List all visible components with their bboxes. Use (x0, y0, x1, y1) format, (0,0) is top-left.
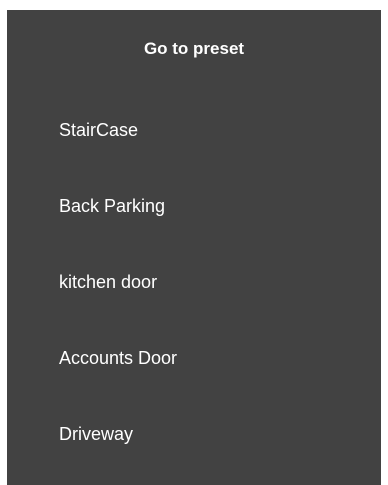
go-to-preset-dialog: Go to preset StairCase Back Parking kitc… (7, 10, 381, 485)
preset-item-staircase[interactable]: StairCase (7, 102, 381, 178)
preset-item-accounts-door[interactable]: Accounts Door (7, 330, 381, 406)
preset-item-back-parking[interactable]: Back Parking (7, 178, 381, 254)
preset-item-kitchen-door[interactable]: kitchen door (7, 254, 381, 330)
preset-item-driveway[interactable]: Driveway (7, 406, 381, 482)
dialog-title: Go to preset (143, 39, 245, 58)
preset-list: StairCase Back Parking kitchen door Acco… (7, 102, 381, 482)
